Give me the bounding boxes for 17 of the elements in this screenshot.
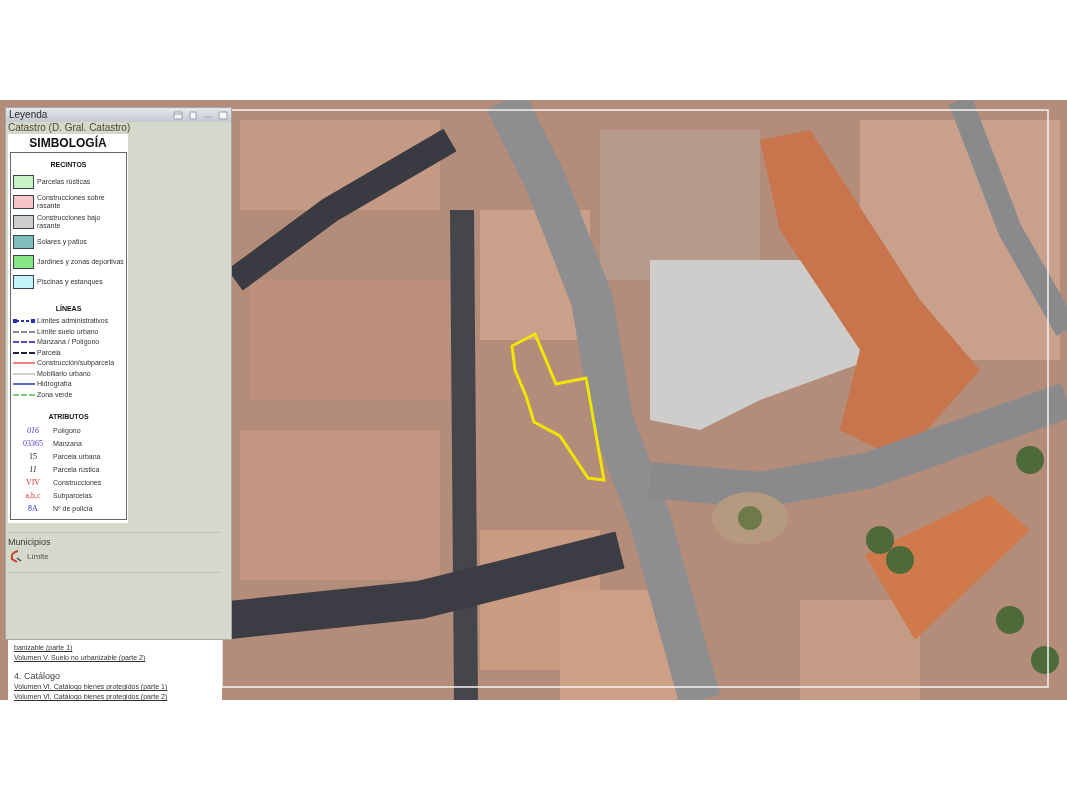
section-title: Municipios [7, 537, 51, 548]
legend-label: Límite [27, 551, 49, 562]
panel-icon[interactable] [188, 110, 198, 120]
window-title: Leyenda [9, 109, 48, 121]
attribute-sample: 016 [26, 425, 40, 436]
window-icon[interactable] [173, 110, 183, 120]
attribute-sample: VIV [24, 477, 42, 488]
attribute-sample: 03365 [22, 438, 44, 449]
attribute-sample: a,b,c [24, 490, 42, 501]
attribute-sample: 15 [28, 451, 38, 462]
chapter-heading: 4. Catálogo [14, 671, 61, 682]
attribute-sample: 8A [27, 503, 39, 514]
boundary-curve-icon [9, 550, 23, 563]
attribute-sample: 11 [28, 464, 38, 475]
legend-heading: SIMBOLOGÍA [29, 136, 107, 150]
layer-name: Catastro (D. Gral. Catastro) [7, 122, 132, 134]
maximize-icon[interactable] [218, 110, 228, 120]
